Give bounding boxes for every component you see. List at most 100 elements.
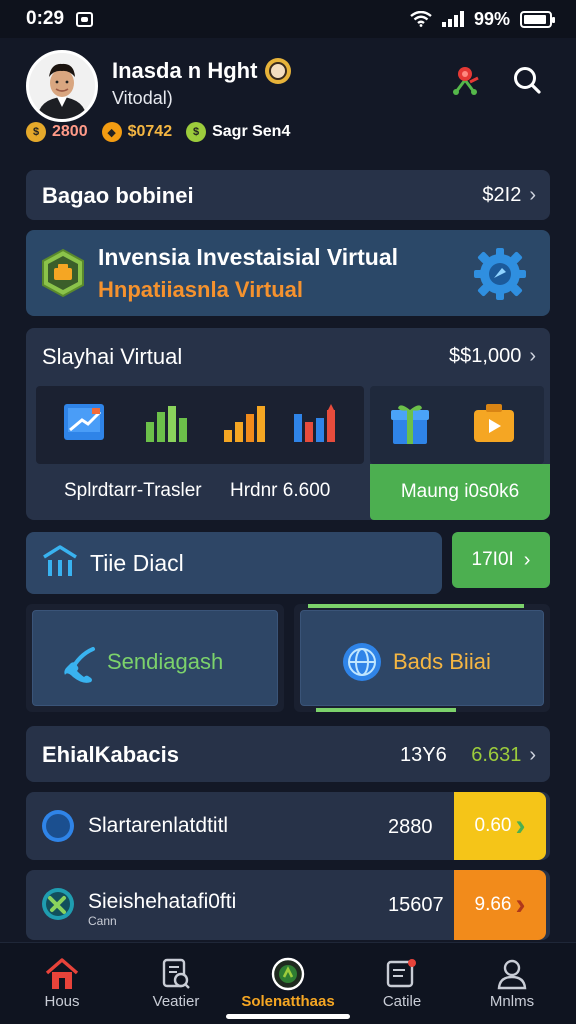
bar-chart-icon[interactable] [144, 404, 188, 444]
bank-icon [43, 545, 77, 576]
investment-banner[interactable]: Invensia Investaisial Virtual Hnpatiiasn… [26, 230, 550, 316]
virtual-value: $$1,000 [449, 345, 522, 367]
globe-coin-icon [343, 643, 381, 681]
stat-gems: ◆ $0742 [101, 122, 173, 142]
battery-percent: 99% [473, 8, 510, 29]
balance-value-group: $2I2 › [482, 184, 536, 207]
header-actions [448, 62, 542, 98]
list-header-value: 6.631 [471, 744, 522, 766]
green-action-label: Maung i0s0k6 [400, 481, 520, 502]
status-time: 0:29 [26, 8, 65, 29]
tab-document[interactable]: Catile [352, 955, 452, 1010]
stat-coins: $ 2800 [26, 122, 88, 142]
arrow-right-icon: › [515, 888, 526, 921]
balance-title: Bagao bobinei [42, 183, 194, 208]
list-item-label: Slartarenlatdtitl [88, 814, 229, 837]
send-action-label: Sendiagash [107, 649, 224, 674]
wallet-icon[interactable] [472, 404, 516, 444]
list-item-badge[interactable]: 9.66 › [454, 870, 546, 940]
chevron-right-icon: › [529, 744, 536, 766]
green-action-button[interactable]: Maung i0s0k6 [370, 464, 550, 520]
virtual-section: Slayhai Virtual $$1,000 › Splrdtarr-Tras… [26, 328, 550, 520]
status-bar: 0:29 99% [0, 0, 576, 38]
tab-profile[interactable]: Mnlms [462, 955, 562, 1010]
tool-label-left: Splrdtarr-Trasler [64, 480, 202, 501]
chevron-right-icon: › [523, 548, 531, 571]
presentation-chart-icon[interactable] [62, 402, 106, 446]
list-header-count: 13Y6 [400, 744, 447, 766]
user-icon [497, 959, 527, 990]
tab-document-label: Catile [382, 993, 422, 1010]
chevron-right-icon: › [529, 345, 536, 367]
title-card-value-button[interactable]: 17I0I › [452, 532, 550, 588]
profile-name-row: Inasda n Hght [112, 58, 292, 84]
tab-target[interactable]: Solenatthaas [238, 955, 338, 1010]
title-card-label: Tiie Diacl [90, 550, 184, 576]
bills-action-label: Bads Biiai [393, 649, 491, 674]
list-item-badge-value: 9.66 [474, 894, 512, 915]
list-item-value: 15607 [388, 894, 444, 916]
profile-name: Inasda n Hght [112, 58, 258, 83]
green-coin-icon: $ [186, 122, 207, 142]
settings-shield-icon [474, 248, 526, 300]
arrow-right-icon: › [515, 809, 526, 842]
stat-green-value: Sagr Sen4 [212, 123, 291, 140]
stat-coins-value: 2800 [52, 123, 88, 140]
tool-label-middle: Hrdnr 6.600 [230, 480, 331, 501]
target-icon [271, 957, 305, 991]
chevron-right-icon: › [529, 184, 536, 206]
wifi-icon [410, 11, 432, 27]
profile-subtitle: Vitodal) [112, 88, 173, 108]
home-indicator [226, 1014, 350, 1019]
tab-home-label: Hous [44, 993, 80, 1010]
balance-value: $2I2 [482, 184, 522, 206]
list-item-badge[interactable]: 0.60 › [454, 792, 546, 860]
profile-stats: $ 2800 ◆ $0742 $ Sagr Sen4 [26, 122, 290, 142]
receipt-icon [162, 958, 190, 989]
coin-icon: $ [26, 122, 46, 142]
avatar[interactable] [26, 50, 98, 122]
investment-title: Invensia Investaisial Virtual [98, 244, 398, 270]
tab-home[interactable]: Hous [12, 955, 112, 1010]
tools-icon [42, 888, 74, 920]
tab-target-label: Solenatthaas [241, 993, 335, 1010]
bills-action-tile[interactable]: Bads Biiai [294, 604, 550, 712]
title-card-value: 17I0I [471, 549, 514, 570]
profile-header: Inasda n Hght Vitodal) $ 2800 ◆ $0742 $ … [26, 50, 550, 150]
virtual-value-group[interactable]: $$1,000 › [449, 345, 536, 368]
signal-icon [441, 11, 464, 27]
stat-gems-value: $0742 [127, 123, 173, 140]
phone-icon [64, 647, 95, 683]
analytics-chart-icon[interactable] [292, 404, 340, 444]
list-item[interactable]: Sieishehatafi0fti Cann 15607 9.66 › [26, 870, 550, 940]
tab-receipts[interactable]: Veatier [126, 955, 226, 1010]
send-action-tile[interactable]: Sendiagash [26, 604, 284, 712]
gift-box-icon[interactable] [390, 402, 430, 446]
investment-badge-icon [42, 248, 84, 298]
stat-green: $ Sagr Sen4 [186, 122, 290, 142]
list-header-title: EhialKabacis [42, 742, 179, 767]
compass-icon [42, 810, 74, 842]
home-icon [45, 958, 79, 989]
title-card[interactable]: Tiie Diacl [26, 532, 442, 594]
list-item-sublabel: Cann [88, 914, 117, 928]
tab-receipts-label: Veatier [152, 993, 200, 1010]
virtual-title: Slayhai Virtual [42, 344, 183, 369]
investment-subtitle: Hnpatiiasnla Virtual [98, 277, 303, 302]
list-item-value: 2880 [388, 816, 433, 838]
battery-icon [520, 10, 555, 28]
tab-profile-label: Mnlms [489, 993, 535, 1010]
gift-flower-icon[interactable] [448, 62, 482, 98]
document-icon [386, 959, 416, 988]
search-icon[interactable] [512, 65, 542, 95]
profile-badge-icon [265, 58, 292, 84]
list-item-badge-value: 0.60 [474, 815, 512, 836]
side-tools-panel [370, 386, 544, 464]
growth-bars-icon[interactable] [222, 404, 266, 444]
balance-row[interactable]: Bagao bobinei $2I2 › [26, 170, 550, 220]
list-header[interactable]: EhialKabacis 13Y6 6.631 › [26, 726, 550, 782]
tools-panel [36, 386, 364, 464]
list-item[interactable]: Slartarenlatdtitl 2880 0.60 › [26, 792, 550, 860]
bottom-nav: Hous Veatier Solenatthaas Catile Mnlms [0, 942, 576, 1024]
notification-icon [76, 11, 94, 27]
